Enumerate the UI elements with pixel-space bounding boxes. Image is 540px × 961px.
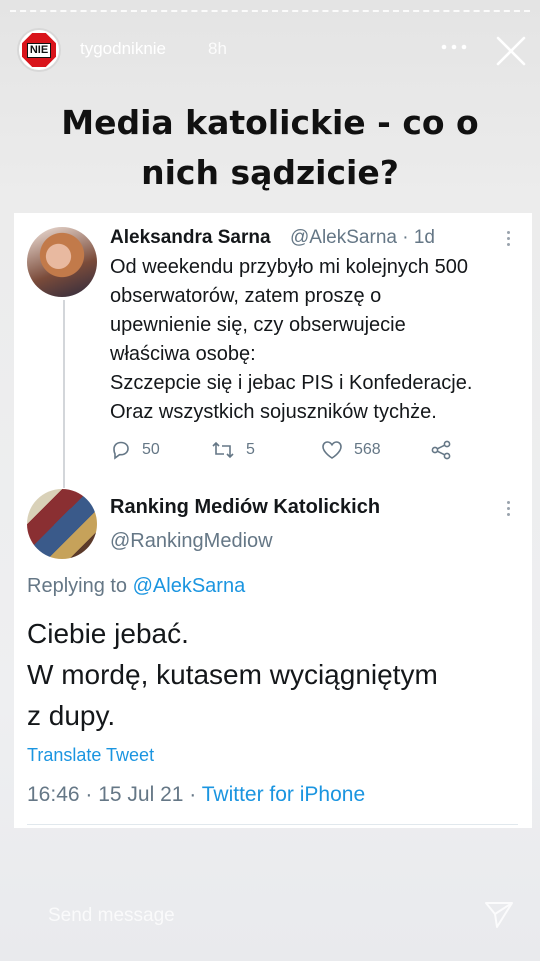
close-icon (496, 36, 526, 66)
account-avatar[interactable]: NIE (17, 28, 61, 72)
tweet-text: Od weekendu przybyło mi kolejnych 500 ob… (110, 256, 473, 423)
share-action (430, 437, 462, 463)
tweet-author-handle: @AlekSarna · 1d (290, 227, 435, 248)
more-options-button[interactable] (440, 36, 468, 58)
reply-author-avatar (27, 489, 97, 559)
reply-author-handle: @RankingMediow (110, 530, 273, 552)
nie-logo-icon: NIE (22, 33, 56, 67)
like-count: 568 (354, 441, 381, 458)
share-icon (431, 440, 451, 460)
retweet-icon (212, 441, 234, 459)
reply-count: 50 (142, 441, 160, 458)
like-action: 568 (320, 437, 381, 463)
account-username[interactable]: tygodniknie (80, 39, 166, 59)
translate-tweet-link: Translate Tweet (27, 745, 155, 765)
thread-line (63, 300, 65, 488)
tweet-menu-icon (506, 231, 512, 249)
story-headline: Media katolickie - co o nich sądzicie? (61, 103, 479, 192)
tweet-timestamp: 16:46 · 15 Jul 21 · Twitter for iPhone (27, 783, 365, 807)
tweet-screenshot: Aleksandra Sarna @AlekSarna · 1d Od week… (14, 213, 532, 828)
heart-icon (322, 441, 342, 459)
retweet-action: 5 (210, 437, 255, 463)
send-message-input[interactable]: Send message (48, 905, 175, 927)
send-icon (485, 902, 513, 928)
avatar-logo-text: NIE (26, 42, 52, 58)
story-header: NIE tygodniknie 8h (0, 22, 540, 78)
reply-author-name: Ranking Mediów Katolickich (110, 496, 381, 518)
reply-icon (113, 441, 129, 460)
reply-text: Ciebie jebać. W mordę, kutasem wyciągnię… (27, 618, 438, 731)
replying-prefix: Replying to (27, 575, 133, 597)
timestamp-text: 16:46 · 15 Jul 21 · (27, 783, 202, 806)
tweet-source: Twitter for iPhone (201, 783, 366, 806)
retweet-count: 5 (246, 441, 255, 458)
reply-action: 50 (110, 437, 160, 463)
story-time: 8h (208, 39, 227, 58)
send-button[interactable] (482, 897, 516, 931)
more-horizontal-icon (441, 44, 467, 50)
story-progress-bar (10, 10, 530, 13)
card-divider (27, 824, 518, 825)
replying-to-line: Replying to @AlekSarna (27, 575, 245, 598)
tweet-actions: 50 5 568 (110, 437, 470, 463)
tweet-author-avatar (27, 227, 97, 297)
close-button[interactable] (494, 34, 528, 68)
reply-menu-icon (506, 501, 512, 519)
replying-to-link: @AlekSarna (132, 575, 246, 597)
story-viewer: NIE tygodniknie 8h Media katolickie - co… (0, 0, 540, 961)
tweet-author-name: Aleksandra Sarna (110, 227, 271, 248)
